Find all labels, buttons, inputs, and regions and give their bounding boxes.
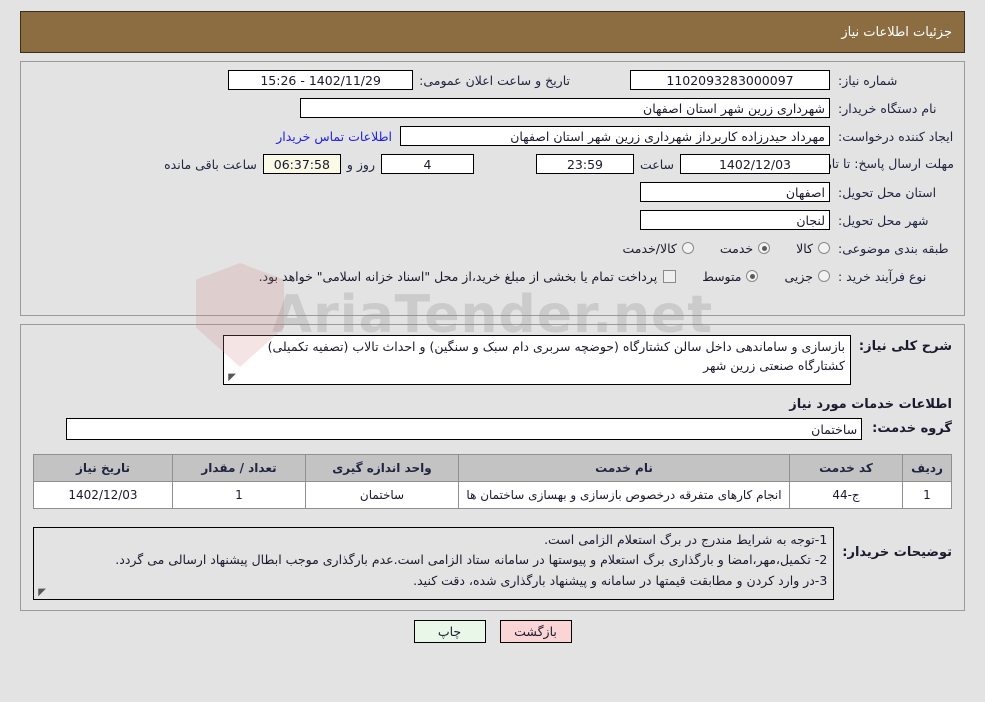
services-table-wrapper: ردیف کد خدمت نام خدمت واحد اندازه گیری ت… xyxy=(21,450,964,519)
process-label: نوع فرآیند خرید : xyxy=(838,268,927,284)
deadline-label: مهلت ارسال پاسخ: تا تاریخ: xyxy=(809,156,954,172)
description-text: بازسازی و ساماندهی داخل سالن کشتارگاه (ح… xyxy=(267,339,845,373)
service-group-label: گروه خدمت: xyxy=(872,421,952,436)
need-number-row: شماره نیاز: 1102093283000097 تاریخ و ساع… xyxy=(31,68,954,92)
buyer-contact-link[interactable]: اطلاعات تماس خریدار xyxy=(268,129,400,144)
cell-row-no: 1 xyxy=(902,480,952,509)
announce-datetime-label: تاریخ و ساعت اعلان عمومی: xyxy=(419,72,570,88)
buyer-org-value: شهرداری زرین شهر استان اصفهان xyxy=(300,98,830,118)
table-row: 1 ج-44 انجام کارهای متفرقه درخصوص بازساز… xyxy=(33,480,952,509)
description-textarea[interactable]: بازسازی و ساماندهی داخل سالن کشتارگاه (ح… xyxy=(222,335,851,385)
process-option-label: جزیی xyxy=(784,268,813,284)
radio-icon[interactable] xyxy=(818,242,830,254)
resize-grip-icon[interactable]: ◤ xyxy=(36,588,46,598)
category-option-label: خدمت xyxy=(719,240,754,256)
radio-icon[interactable] xyxy=(681,242,694,254)
buyer-notes-textarea[interactable]: 1-توجه به شرایط مندرج در برگ استعلام الز… xyxy=(33,526,835,601)
description-row: شرح کلی نیاز: بازسازی و ساماندهی داخل سا… xyxy=(33,335,952,385)
buyer-note-line: 2- تکمیل،مهر،امضا و بارگذاری برگ استعلام… xyxy=(115,552,828,568)
buyer-notes-row: توضیحات خریدار: 1-توجه به شرایط مندرج در… xyxy=(33,526,952,601)
col-need-date: تاریخ نیاز xyxy=(33,453,173,482)
need-details-panel: شماره نیاز: 1102093283000097 تاریخ و ساع… xyxy=(20,61,965,316)
delivery-province-row: استان محل تحویل: اصفهان xyxy=(31,180,954,204)
purchase-process-row: نوع فرآیند خرید : جزیی متوسط پرداخت تمام… xyxy=(31,264,954,288)
service-group-row: گروه خدمت: ساختمان xyxy=(21,416,964,450)
cell-service-name: انجام کارهای متفرقه درخصوص بازسازی و بهس… xyxy=(458,480,790,509)
category-option-label: کالا xyxy=(796,240,813,256)
province-label: استان محل تحویل: xyxy=(838,184,937,200)
category-option-khedmat[interactable]: خدمت xyxy=(719,240,771,256)
col-unit: واحد اندازه گیری xyxy=(305,453,459,482)
deadline-time-value: 23:59 xyxy=(535,154,634,174)
radio-icon-selected[interactable] xyxy=(758,242,771,254)
cell-service-code: ج-44 xyxy=(789,480,903,509)
hour-label: ساعت xyxy=(639,156,674,172)
creator-value: مهرداد حیدرزاده کاربرداز شهرداری زرین شه… xyxy=(400,126,830,146)
page-title: جزئیات اطلاعات نیاز xyxy=(841,24,952,40)
days-label: روز و xyxy=(346,156,375,172)
cell-unit: ساختمان xyxy=(305,480,459,509)
table-header-row: ردیف کد خدمت نام خدمت واحد اندازه گیری ت… xyxy=(33,453,952,482)
buyer-notes-wrapper: توضیحات خریدار: 1-توجه به شرایط مندرج در… xyxy=(21,519,964,611)
city-value: لنجان xyxy=(640,210,830,230)
category-option-kala[interactable]: کالا xyxy=(796,241,830,256)
deadline-date-value: 1402/12/03 xyxy=(680,154,830,174)
category-option-kala-khedmat[interactable]: کالا/خدمت xyxy=(622,240,694,256)
back-button[interactable]: بازگشت xyxy=(499,620,572,644)
buyer-note-line: 3-در وارد کردن و مطابقت قیمتها در سامانه… xyxy=(413,572,828,588)
service-group-value: ساختمان xyxy=(66,417,863,440)
category-label: طبقه بندی موضوعی: xyxy=(838,240,949,256)
process-option-jozi[interactable]: جزیی xyxy=(784,269,830,284)
islamic-treasury-checkbox[interactable] xyxy=(663,269,677,283)
buyer-organisation-row: نام دستگاه خریدار: شهرداری زرین شهر استا… xyxy=(31,96,954,120)
islamic-treasury-text: پرداخت تمام یا بخشی از مبلغ خرید،از محل … xyxy=(258,268,658,284)
resize-grip-icon[interactable]: ◤ xyxy=(226,372,236,383)
category-radio-group: کالا خدمت کالا/خدمت xyxy=(596,241,830,256)
services-table: ردیف کد خدمت نام خدمت واحد اندازه گیری ت… xyxy=(33,453,952,509)
radio-icon[interactable] xyxy=(818,270,830,282)
days-remaining-value: 4 xyxy=(380,154,474,174)
buyer-org-label: نام دستگاه خریدار: xyxy=(838,100,937,116)
col-quantity: تعداد / مقدار xyxy=(172,453,306,482)
buyer-note-line: 1-توجه به شرایط مندرج در برگ استعلام الز… xyxy=(544,531,828,547)
radio-icon-selected[interactable] xyxy=(746,270,759,282)
cell-need-date: 1402/12/03 xyxy=(33,480,173,509)
announce-datetime-value: 1402/11/29 - 15:26 xyxy=(228,70,414,90)
need-number-label: شماره نیاز: xyxy=(838,72,898,88)
subject-category-row: طبقه بندی موضوعی: کالا خدمت کالا/خدمت xyxy=(31,236,954,260)
remaining-hours-label: ساعت باقی مانده xyxy=(164,156,257,172)
buyer-notes-label: توضیحات خریدار: xyxy=(842,544,952,560)
need-number-value: 1102093283000097 xyxy=(630,70,830,90)
cell-quantity: 1 xyxy=(172,480,306,509)
countdown-timer: 06:37:58 xyxy=(262,154,341,174)
process-option-label: متوسط xyxy=(702,268,742,284)
services-section-heading: اطلاعات خدمات مورد نیاز xyxy=(789,396,952,412)
col-row-no: ردیف xyxy=(902,453,952,482)
process-option-motavaset[interactable]: متوسط xyxy=(702,268,759,284)
col-service-code: کد خدمت xyxy=(789,453,903,482)
response-deadline-row: مهلت ارسال پاسخ: تا تاریخ: 1402/12/03 سا… xyxy=(31,152,954,176)
page-header-bar: جزئیات اطلاعات نیاز xyxy=(20,11,965,53)
province-value: اصفهان xyxy=(640,182,830,202)
city-label: شهر محل تحویل: xyxy=(838,212,929,228)
print-button[interactable]: چاپ xyxy=(413,620,486,644)
col-service-name: نام خدمت xyxy=(458,453,790,482)
category-option-label: کالا/خدمت xyxy=(622,240,677,256)
need-description-panel: شرح کلی نیاز: بازسازی و ساماندهی داخل سا… xyxy=(20,324,965,612)
delivery-city-row: شهر محل تحویل: لنجان xyxy=(31,208,954,232)
creator-label: ایجاد کننده درخواست: xyxy=(838,128,954,144)
request-creator-row: ایجاد کننده درخواست: مهرداد حیدرزاده کار… xyxy=(31,124,954,148)
footer-button-bar: بازگشت چاپ xyxy=(0,620,985,644)
process-radio-group: جزیی متوسط xyxy=(676,269,830,284)
description-label: شرح کلی نیاز: xyxy=(858,339,952,354)
